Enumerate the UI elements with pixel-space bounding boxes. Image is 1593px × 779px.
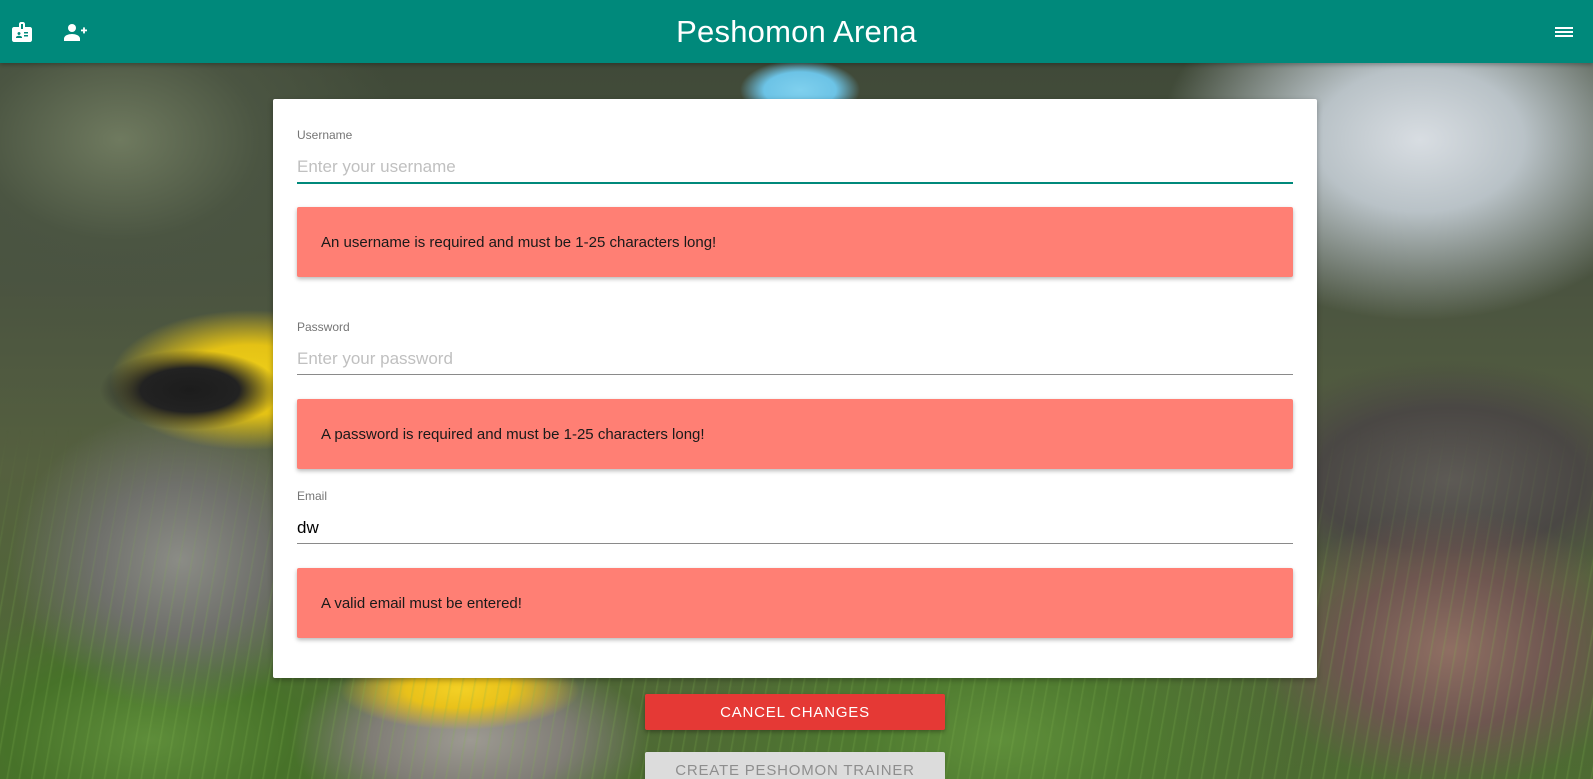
email-input[interactable] <box>297 513 1293 544</box>
username-error-text: An username is required and must be 1-25… <box>321 233 717 251</box>
email-error: A valid email must be entered! <box>297 568 1293 638</box>
page: Peshomon Arena Username An username is r… <box>0 0 1593 779</box>
username-error: An username is required and must be 1-25… <box>297 207 1293 277</box>
menu-icon[interactable] <box>1548 16 1580 48</box>
username-label: Username <box>297 128 353 142</box>
app-title: Peshomon Arena <box>676 14 917 49</box>
cancel-changes-button[interactable]: Cancel Changes <box>645 694 945 730</box>
password-input[interactable] <box>297 344 1293 375</box>
password-error: A password is required and must be 1-25 … <box>297 399 1293 469</box>
create-trainer-button[interactable]: Create Peshomon Trainer <box>645 752 945 779</box>
email-error-text: A valid email must be entered! <box>321 594 522 612</box>
registration-form-card: Username An username is required and mus… <box>273 99 1317 678</box>
username-input[interactable] <box>297 152 1293 184</box>
password-label: Password <box>297 320 350 334</box>
email-label: Email <box>297 489 328 503</box>
password-field: Password <box>297 320 1293 382</box>
app-bar: Peshomon Arena <box>0 0 1593 63</box>
password-error-text: A password is required and must be 1-25 … <box>321 425 705 443</box>
username-field: Username <box>297 128 1293 190</box>
email-field: Email <box>297 489 1293 551</box>
